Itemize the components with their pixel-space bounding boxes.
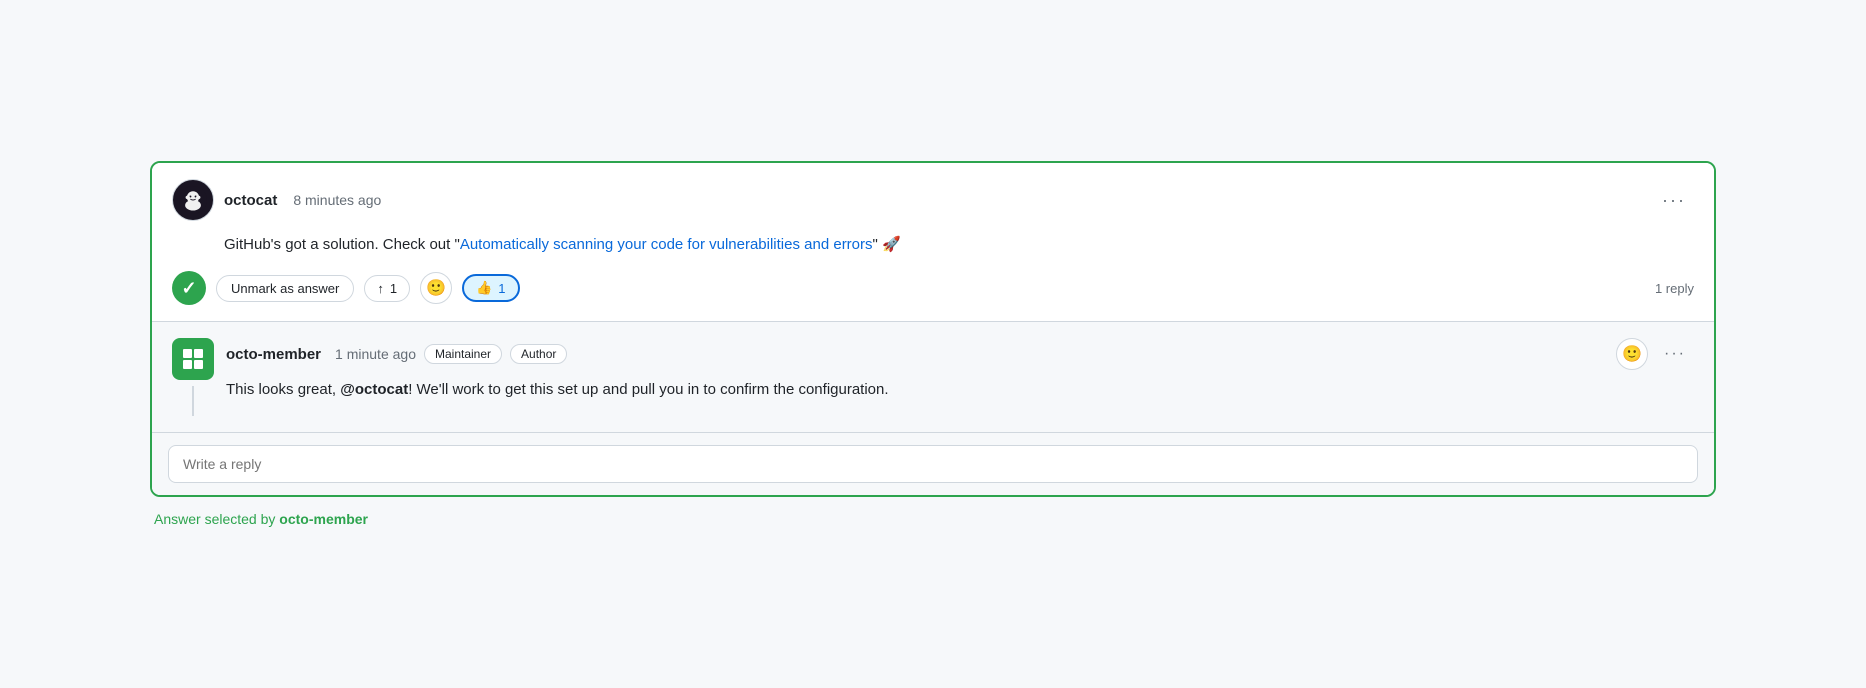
reply-header-left: octo-member 1 minute ago Maintainer Auth…	[226, 344, 567, 364]
check-answer-button[interactable]: ✓	[172, 271, 206, 305]
thumbsup-icon: 👍	[476, 280, 492, 296]
reply-count: 1 reply	[1655, 281, 1694, 296]
reply-smiley-icon: 🙂	[1622, 344, 1642, 364]
add-reaction-button[interactable]: 🙂	[420, 272, 452, 304]
body-prefix: GitHub's got a solution. Check out "	[224, 236, 460, 253]
reply-section: octo-member 1 minute ago Maintainer Auth…	[152, 322, 1714, 495]
reply-header: octo-member 1 minute ago Maintainer Auth…	[226, 338, 1694, 370]
reply-left-column	[172, 338, 214, 416]
thread-footer: Answer selected by octo-member	[150, 511, 1716, 527]
footer-selector: octo-member	[279, 511, 368, 527]
main-timestamp: 8 minutes ago	[293, 192, 381, 208]
main-comment-body: GitHub's got a solution. Check out "Auto…	[172, 233, 1694, 257]
body-link[interactable]: Automatically scanning your code for vul…	[460, 236, 873, 253]
mention: @octocat	[340, 381, 408, 398]
unmark-answer-button[interactable]: Unmark as answer	[216, 275, 354, 302]
reply-username: octo-member	[226, 346, 321, 363]
comment-thread: octocat 8 minutes ago ··· GitHub's got a…	[150, 161, 1716, 497]
avatar	[172, 179, 214, 221]
upvote-arrow-icon: ↑	[377, 281, 384, 296]
reply-header-right: 🙂 ···	[1616, 338, 1694, 370]
main-comment-header-left: octocat 8 minutes ago	[172, 179, 381, 221]
author-badge: Author	[510, 344, 567, 364]
body-suffix: " 🚀	[873, 236, 901, 253]
reply-avatar	[172, 338, 214, 380]
upvote-button[interactable]: ↑ 1	[364, 275, 410, 302]
thread-container: octocat 8 minutes ago ··· GitHub's got a…	[150, 161, 1716, 527]
footer-prefix: Answer selected by	[154, 511, 279, 527]
thumbsup-reaction-button[interactable]: 👍 1	[462, 274, 519, 302]
reply-more-button[interactable]: ···	[1656, 341, 1694, 367]
main-comment: octocat 8 minutes ago ··· GitHub's got a…	[152, 163, 1714, 321]
reply-content: octo-member 1 minute ago Maintainer Auth…	[226, 338, 1694, 416]
upvote-count: 1	[390, 281, 397, 296]
thumbsup-count: 1	[498, 281, 505, 296]
write-reply-input[interactable]	[168, 445, 1698, 483]
main-more-button[interactable]: ···	[1654, 186, 1694, 215]
comment-actions: ✓ Unmark as answer ↑ 1 🙂 👍 1 1 reply	[172, 271, 1694, 305]
reply-body: This looks great, @octocat! We'll work t…	[226, 378, 1694, 402]
write-reply-section	[152, 432, 1714, 495]
main-username: octocat	[224, 192, 277, 209]
main-comment-header: octocat 8 minutes ago ···	[172, 179, 1694, 221]
reply-comment: octo-member 1 minute ago Maintainer Auth…	[152, 322, 1714, 432]
thread-line	[192, 386, 194, 416]
reply-timestamp: 1 minute ago	[335, 346, 416, 362]
check-icon: ✓	[181, 278, 196, 299]
smiley-icon: 🙂	[426, 278, 446, 298]
reply-add-reaction-button[interactable]: 🙂	[1616, 338, 1648, 370]
maintainer-badge: Maintainer	[424, 344, 502, 364]
